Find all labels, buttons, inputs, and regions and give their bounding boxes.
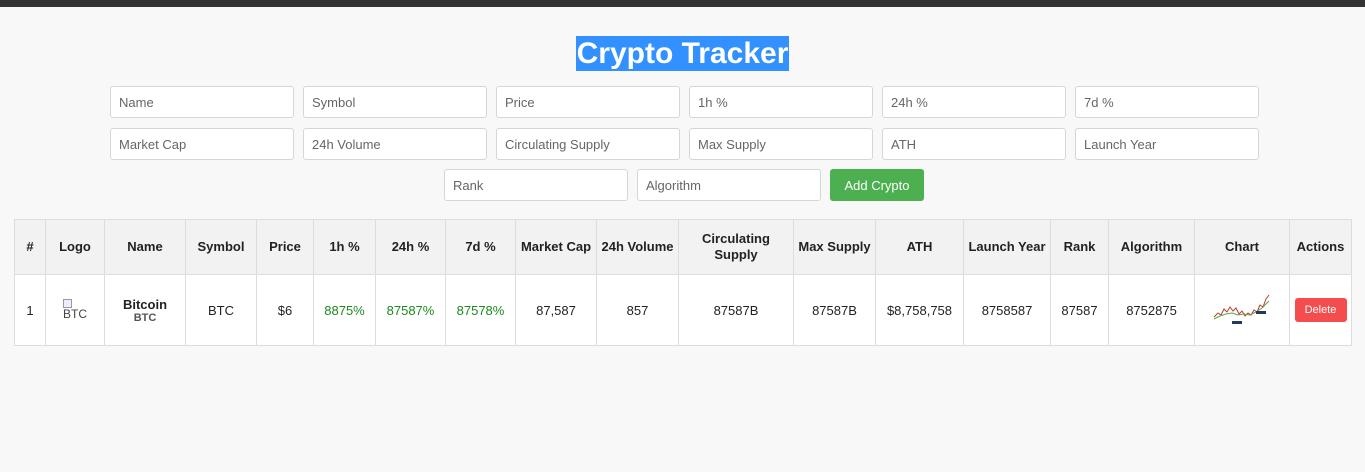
circulating-supply-input[interactable] (496, 128, 680, 160)
header-ath: ATH (875, 219, 964, 275)
algorithm-input[interactable] (637, 169, 821, 201)
row-change-1h: 8875% (313, 274, 376, 346)
market-cap-input[interactable] (110, 128, 294, 160)
add-crypto-button[interactable]: Add Crypto (830, 169, 924, 201)
header-name: Name (104, 219, 186, 275)
symbol-input[interactable] (303, 86, 487, 118)
header-max-supply: Max Supply (793, 219, 876, 275)
coin-name: Bitcoin (122, 296, 168, 312)
header-chart: Chart (1194, 219, 1290, 275)
change-24h-input[interactable] (882, 86, 1066, 118)
table-row: 1 BTC Bitcoin BTC BTC $6 8875% 87587% 87… (14, 274, 1352, 346)
delete-button[interactable]: Delete (1294, 298, 1347, 322)
header-change-7d: 7d % (445, 219, 516, 275)
header-index: # (14, 219, 46, 275)
change-7d-input[interactable] (1075, 86, 1259, 118)
broken-image-icon: BTC (63, 299, 87, 321)
mini-price-chart-icon[interactable] (1212, 288, 1272, 329)
header-row: # Logo Name Symbol Price 1h % 24h % 7d %… (14, 219, 1352, 275)
launch-year-input[interactable] (1075, 128, 1259, 160)
rank-input[interactable] (444, 169, 628, 201)
header-launch-year: Launch Year (963, 219, 1051, 275)
header-change-24h: 24h % (375, 219, 446, 275)
coin-symbol-small: BTC (133, 311, 157, 324)
crypto-table: # Logo Name Symbol Price 1h % 24h % 7d %… (14, 219, 1352, 346)
table-body: 1 BTC Bitcoin BTC BTC $6 8875% 87587% 87… (14, 274, 1352, 346)
row-change-24h: 87587% (375, 274, 446, 346)
row-max-supply: 87587B (793, 274, 876, 346)
form-row-3: Add Crypto (444, 169, 924, 201)
header-change-1h: 1h % (313, 219, 376, 275)
name-input[interactable] (110, 86, 294, 118)
form-row-1 (110, 86, 1259, 118)
row-market-cap: 87,587 (515, 274, 597, 346)
form-row-2 (110, 128, 1259, 160)
row-symbol: BTC (185, 274, 257, 346)
row-index: 1 (14, 274, 46, 346)
row-volume-24h: 857 (596, 274, 679, 346)
header-market-cap: Market Cap (515, 219, 597, 275)
header-algorithm: Algorithm (1108, 219, 1195, 275)
title-wrapper: Crypto Tracker (0, 36, 1365, 71)
row-logo: BTC (45, 274, 105, 346)
table-header: # Logo Name Symbol Price 1h % 24h % 7d %… (14, 219, 1352, 275)
row-circulating-supply: 87587B (678, 274, 794, 346)
row-algorithm: 8752875 (1108, 274, 1195, 346)
change-1h-input[interactable] (689, 86, 873, 118)
volume-24h-input[interactable] (303, 128, 487, 160)
price-input[interactable] (496, 86, 680, 118)
header-circulating-supply: Circulating Supply (678, 219, 794, 275)
header-rank: Rank (1050, 219, 1109, 275)
header-logo: Logo (45, 219, 105, 275)
broken-image-glyph (63, 299, 72, 308)
row-name: Bitcoin BTC (104, 274, 186, 346)
row-rank: 87587 (1050, 274, 1109, 346)
header-actions: Actions (1289, 219, 1352, 275)
row-change-7d: 87578% (445, 274, 516, 346)
row-launch-year: 8758587 (963, 274, 1051, 346)
ath-input[interactable] (882, 128, 1066, 160)
row-chart (1194, 274, 1290, 346)
max-supply-input[interactable] (689, 128, 873, 160)
top-bar (0, 0, 1365, 7)
page-title: Crypto Tracker (575, 36, 790, 71)
row-ath: $8,758,758 (875, 274, 964, 346)
logo-alt-text: BTC (63, 307, 87, 321)
row-actions: Delete (1289, 274, 1352, 346)
header-price: Price (256, 219, 314, 275)
header-symbol: Symbol (185, 219, 257, 275)
row-price: $6 (256, 274, 314, 346)
header-volume-24h: 24h Volume (596, 219, 679, 275)
